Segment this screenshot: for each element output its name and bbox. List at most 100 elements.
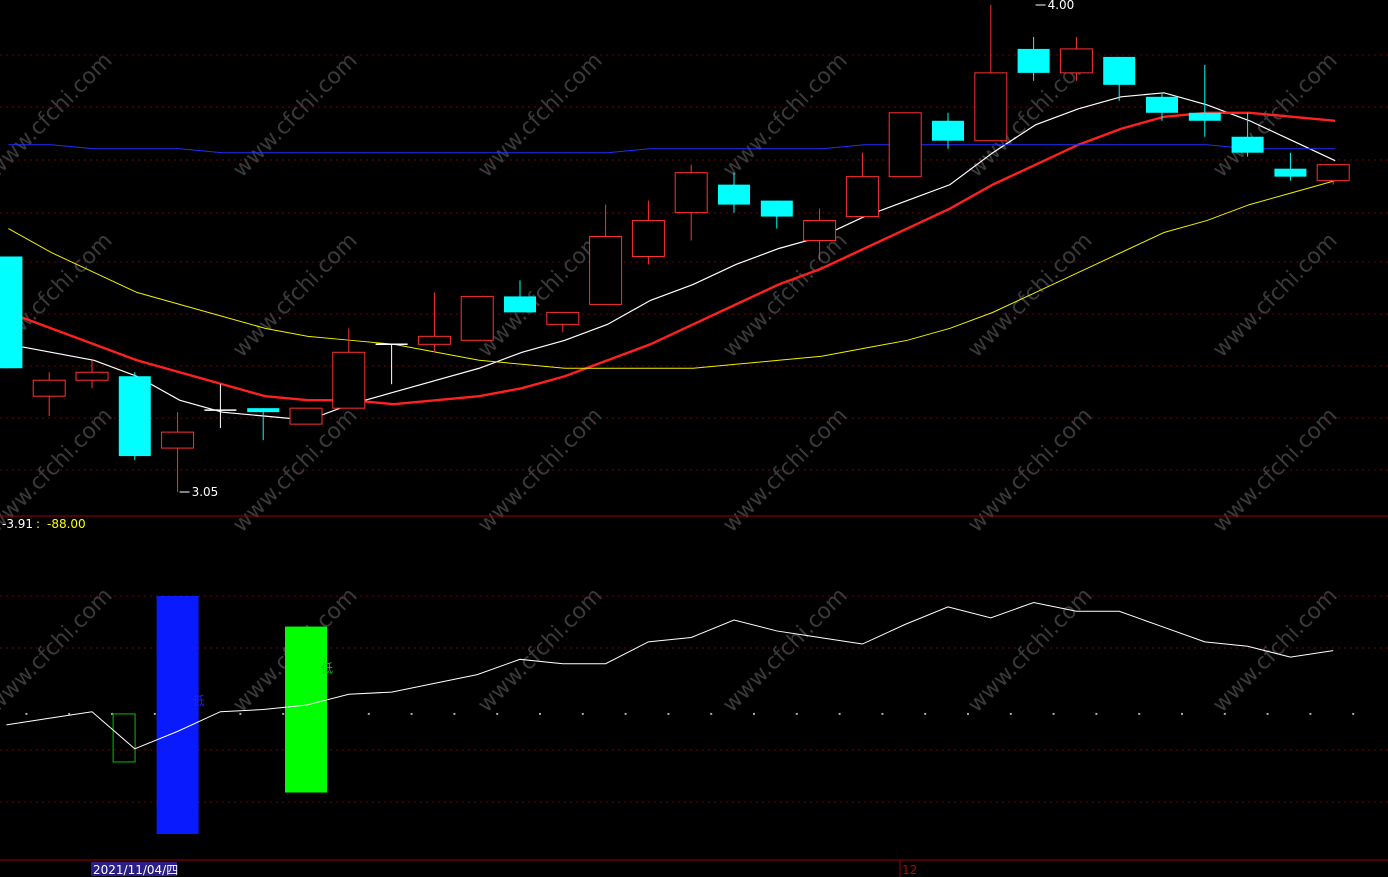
candlestick-series <box>0 5 1350 492</box>
candle <box>631 200 665 265</box>
watermark-text: www.cfchi.com <box>1208 583 1342 717</box>
reference-dot <box>710 712 713 715</box>
watermark-text: www.cfchi.com <box>963 228 1097 362</box>
watermark-text: www.cfchi.com <box>963 403 1097 537</box>
candle <box>289 407 323 425</box>
watermark-text: www.cfchi.com <box>718 228 852 362</box>
candle-body <box>417 335 451 345</box>
watermark-text: www.cfchi.com <box>0 583 118 717</box>
indicator-bar <box>285 626 327 793</box>
month-label: 12 <box>902 863 917 877</box>
candle <box>460 295 494 341</box>
watermark-text: www.cfchi.com <box>1208 403 1342 537</box>
candle-body <box>460 295 494 341</box>
reference-dot <box>153 712 156 715</box>
candle <box>204 384 237 429</box>
candle <box>1103 56 1136 101</box>
candle <box>32 372 66 417</box>
candle-body <box>161 431 195 449</box>
candle-body <box>1146 96 1178 113</box>
reference-dot <box>924 712 927 715</box>
price-annotation-low: 3.05 <box>179 485 219 499</box>
candle-body <box>1231 136 1264 153</box>
price-annotation-high: 4.00 <box>1035 0 1075 12</box>
candle-body <box>1188 112 1221 121</box>
watermark-text: www.cfchi.com <box>1208 228 1342 362</box>
candle <box>332 328 366 409</box>
watermark-text: www.cfchi.com <box>718 48 852 182</box>
indicator-bar-label: 低 <box>193 694 205 708</box>
candle-body <box>1103 56 1136 85</box>
candle-body <box>803 220 837 242</box>
reference-dot <box>367 712 370 715</box>
candle <box>161 412 195 492</box>
watermark-text: www.cfchi.com <box>718 583 852 717</box>
reference-dot <box>967 712 969 715</box>
candle-body <box>932 120 964 141</box>
reference-dot <box>1181 712 1183 715</box>
candle-body <box>845 176 879 218</box>
candle-body <box>118 376 151 457</box>
indicator-value-1: -3.91 <box>2 517 33 531</box>
indicator-value-2: -88.00 <box>47 517 86 531</box>
reference-dot <box>581 712 584 715</box>
candle <box>504 280 536 313</box>
candle-body <box>332 351 366 409</box>
indicator-separator: : <box>36 517 40 531</box>
candle-body <box>0 256 23 369</box>
reference-dot <box>667 712 670 715</box>
candle-body <box>974 72 1008 142</box>
candle-body <box>546 311 580 325</box>
watermark-text: www.cfchi.com <box>473 48 607 182</box>
watermark-text: www.cfchi.com <box>0 48 118 182</box>
indicator-bar <box>156 596 199 834</box>
reference-dot <box>795 712 798 715</box>
candle <box>674 164 708 241</box>
candle <box>0 256 23 369</box>
candle-body <box>589 236 623 305</box>
chart-canvas: www.cfchi.com www.cfchi.com www.cfchi.com w… <box>0 0 1388 877</box>
reference-dot <box>624 712 627 715</box>
ma-line-2 <box>8 180 1336 369</box>
candle <box>1017 36 1050 81</box>
candle <box>118 372 151 461</box>
reference-dot <box>539 712 541 715</box>
indicator-series-line <box>6 602 1334 750</box>
reference-dot <box>1138 712 1141 715</box>
candle-body <box>674 172 708 214</box>
candle-body <box>1274 168 1307 177</box>
watermark-text: www.cfchi.com <box>228 48 362 182</box>
candle <box>589 204 623 305</box>
candle-body <box>718 184 750 205</box>
candle <box>247 408 280 441</box>
candle <box>718 172 750 213</box>
candle <box>1316 164 1350 185</box>
annotation-label: 3.05 <box>192 485 219 499</box>
candle <box>974 5 1008 142</box>
reference-dot <box>1095 712 1098 715</box>
date-label: 2021/11/04/四 <box>93 863 178 877</box>
indicator-bar-label: 低 <box>321 661 333 675</box>
candle-body <box>1316 164 1350 182</box>
candle-body <box>289 407 323 425</box>
ma-line-0 <box>8 92 1336 421</box>
reference-dot <box>410 712 413 715</box>
candle <box>375 343 408 385</box>
watermark-text: www.cfchi.com <box>473 583 607 717</box>
candle <box>546 311 580 333</box>
candle-body <box>504 296 536 313</box>
moving-average-lines <box>7 92 1336 421</box>
candle <box>845 152 879 218</box>
reference-dot <box>25 712 28 715</box>
chart-grid <box>0 54 1388 803</box>
watermark-text: www.cfchi.com <box>228 228 362 362</box>
candle <box>760 200 793 229</box>
candle-body <box>75 371 109 381</box>
candle <box>888 112 922 178</box>
reference-dot <box>282 712 285 715</box>
annotation-label: 4.00 <box>1048 0 1075 12</box>
watermark-text: www.cfchi.com <box>473 228 607 362</box>
reference-dot <box>881 712 884 715</box>
indicator-bar-outline <box>112 713 136 763</box>
candle-body <box>1017 48 1050 73</box>
